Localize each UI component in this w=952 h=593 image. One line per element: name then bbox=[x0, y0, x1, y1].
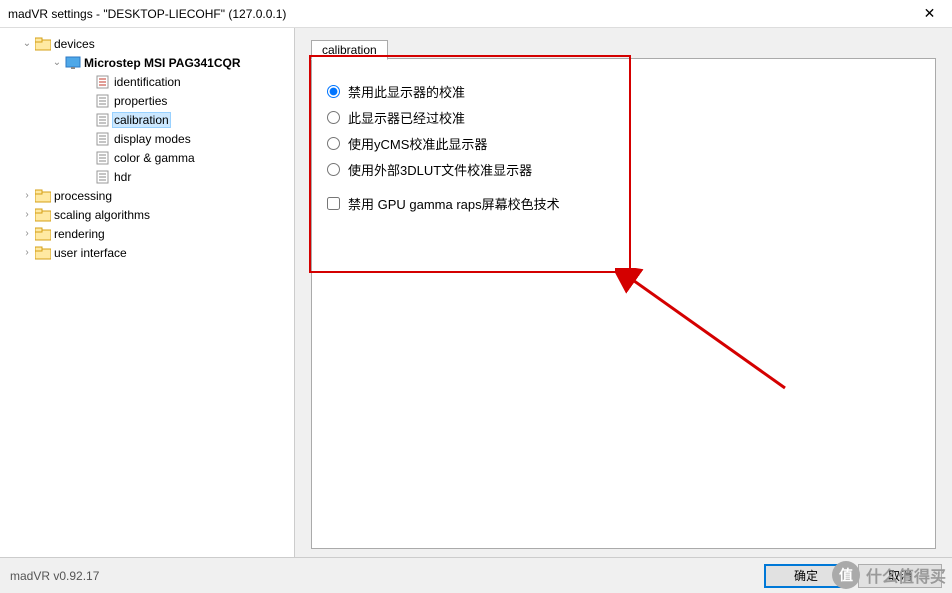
radio-disable-calibration[interactable]: 禁用此显示器的校准 bbox=[327, 78, 560, 104]
radio-3dlut[interactable]: 使用外部3DLUT文件校准显示器 bbox=[327, 156, 560, 182]
tree-label: calibration bbox=[112, 112, 171, 128]
page-icon bbox=[94, 170, 112, 184]
folder-icon bbox=[34, 208, 52, 222]
chevron-down-icon[interactable]: ⌄ bbox=[50, 57, 64, 68]
folder-icon bbox=[34, 246, 52, 260]
radio-label: 此显示器已经过校准 bbox=[348, 108, 465, 127]
radio-ycms[interactable]: 使用yCMS校准此显示器 bbox=[327, 130, 560, 156]
tree-devices[interactable]: ⌄ devices bbox=[4, 34, 290, 53]
chevron-down-icon[interactable]: ⌄ bbox=[20, 38, 34, 49]
page-icon bbox=[94, 113, 112, 127]
radio-label: 使用yCMS校准此显示器 bbox=[348, 134, 487, 153]
page-icon bbox=[94, 94, 112, 108]
tree-properties[interactable]: properties bbox=[4, 91, 290, 110]
chevron-right-icon[interactable]: › bbox=[20, 228, 34, 239]
page-icon bbox=[94, 132, 112, 146]
checkbox-input[interactable] bbox=[327, 197, 340, 210]
calibration-options: 禁用此显示器的校准 此显示器已经过校准 使用yCMS校准此显示器 使用外部3DL… bbox=[327, 78, 560, 216]
page-icon bbox=[94, 151, 112, 165]
main-panel: calibration 禁用此显示器的校准 此显示器已经过校准 使用yCMS校准… bbox=[295, 28, 952, 557]
radio-label: 禁用此显示器的校准 bbox=[348, 82, 465, 101]
version-text: madVR v0.92.17 bbox=[10, 569, 754, 583]
tree-label: devices bbox=[52, 37, 97, 51]
folder-icon bbox=[34, 37, 52, 51]
chevron-right-icon[interactable]: › bbox=[20, 247, 34, 258]
tree-user-interface[interactable]: › user interface bbox=[4, 243, 290, 262]
tree-monitor[interactable]: ⌄ Microstep MSI PAG341CQR bbox=[4, 53, 290, 72]
tree-scaling[interactable]: › scaling algorithms bbox=[4, 205, 290, 224]
folder-icon bbox=[34, 189, 52, 203]
tree-label: identification bbox=[112, 75, 183, 89]
tree-label: processing bbox=[52, 189, 114, 203]
close-button[interactable]: ✕ bbox=[907, 0, 952, 28]
cancel-button[interactable]: 取消 bbox=[858, 564, 942, 588]
folder-icon bbox=[34, 227, 52, 241]
radio-label: 使用外部3DLUT文件校准显示器 bbox=[348, 160, 532, 179]
tree-label: user interface bbox=[52, 246, 129, 260]
window-title: madVR settings - "DESKTOP-LIECOHF" (127.… bbox=[8, 7, 907, 21]
checkbox-label: 禁用 GPU gamma raps屏幕校色技术 bbox=[348, 194, 560, 213]
checkbox-disable-gpu-gamma[interactable]: 禁用 GPU gamma raps屏幕校色技术 bbox=[327, 190, 560, 216]
tree-label: Microstep MSI PAG341CQR bbox=[82, 56, 242, 70]
tree-label: display modes bbox=[112, 132, 193, 146]
radio-input[interactable] bbox=[327, 163, 340, 176]
monitor-icon bbox=[64, 56, 82, 70]
tree-display-modes[interactable]: display modes bbox=[4, 129, 290, 148]
tree-label: properties bbox=[112, 94, 169, 108]
tree-label: rendering bbox=[52, 227, 107, 241]
tree-hdr[interactable]: hdr bbox=[4, 167, 290, 186]
tree-identification[interactable]: identification bbox=[4, 72, 290, 91]
page-icon bbox=[94, 75, 112, 89]
radio-input[interactable] bbox=[327, 137, 340, 150]
close-icon: ✕ bbox=[924, 5, 936, 22]
tree-color-gamma[interactable]: color & gamma bbox=[4, 148, 290, 167]
tree-calibration[interactable]: calibration bbox=[4, 110, 290, 129]
footer: madVR v0.92.17 确定 取消 bbox=[0, 557, 952, 593]
radio-already-calibrated[interactable]: 此显示器已经过校准 bbox=[327, 104, 560, 130]
tree-rendering[interactable]: › rendering bbox=[4, 224, 290, 243]
sidebar-tree: ⌄ devices ⌄ Microstep MSI PAG341CQR iden… bbox=[0, 28, 295, 557]
titlebar: madVR settings - "DESKTOP-LIECOHF" (127.… bbox=[0, 0, 952, 28]
tree-label: hdr bbox=[112, 170, 133, 184]
radio-input[interactable] bbox=[327, 85, 340, 98]
chevron-right-icon[interactable]: › bbox=[20, 190, 34, 201]
tree-processing[interactable]: › processing bbox=[4, 186, 290, 205]
radio-input[interactable] bbox=[327, 111, 340, 124]
tree-label: scaling algorithms bbox=[52, 208, 152, 222]
content-area: ⌄ devices ⌄ Microstep MSI PAG341CQR iden… bbox=[0, 28, 952, 557]
tree-label: color & gamma bbox=[112, 151, 197, 165]
chevron-right-icon[interactable]: › bbox=[20, 209, 34, 220]
ok-button[interactable]: 确定 bbox=[764, 564, 848, 588]
tab-label: calibration bbox=[322, 43, 377, 57]
tab-calibration[interactable]: calibration bbox=[311, 40, 388, 60]
